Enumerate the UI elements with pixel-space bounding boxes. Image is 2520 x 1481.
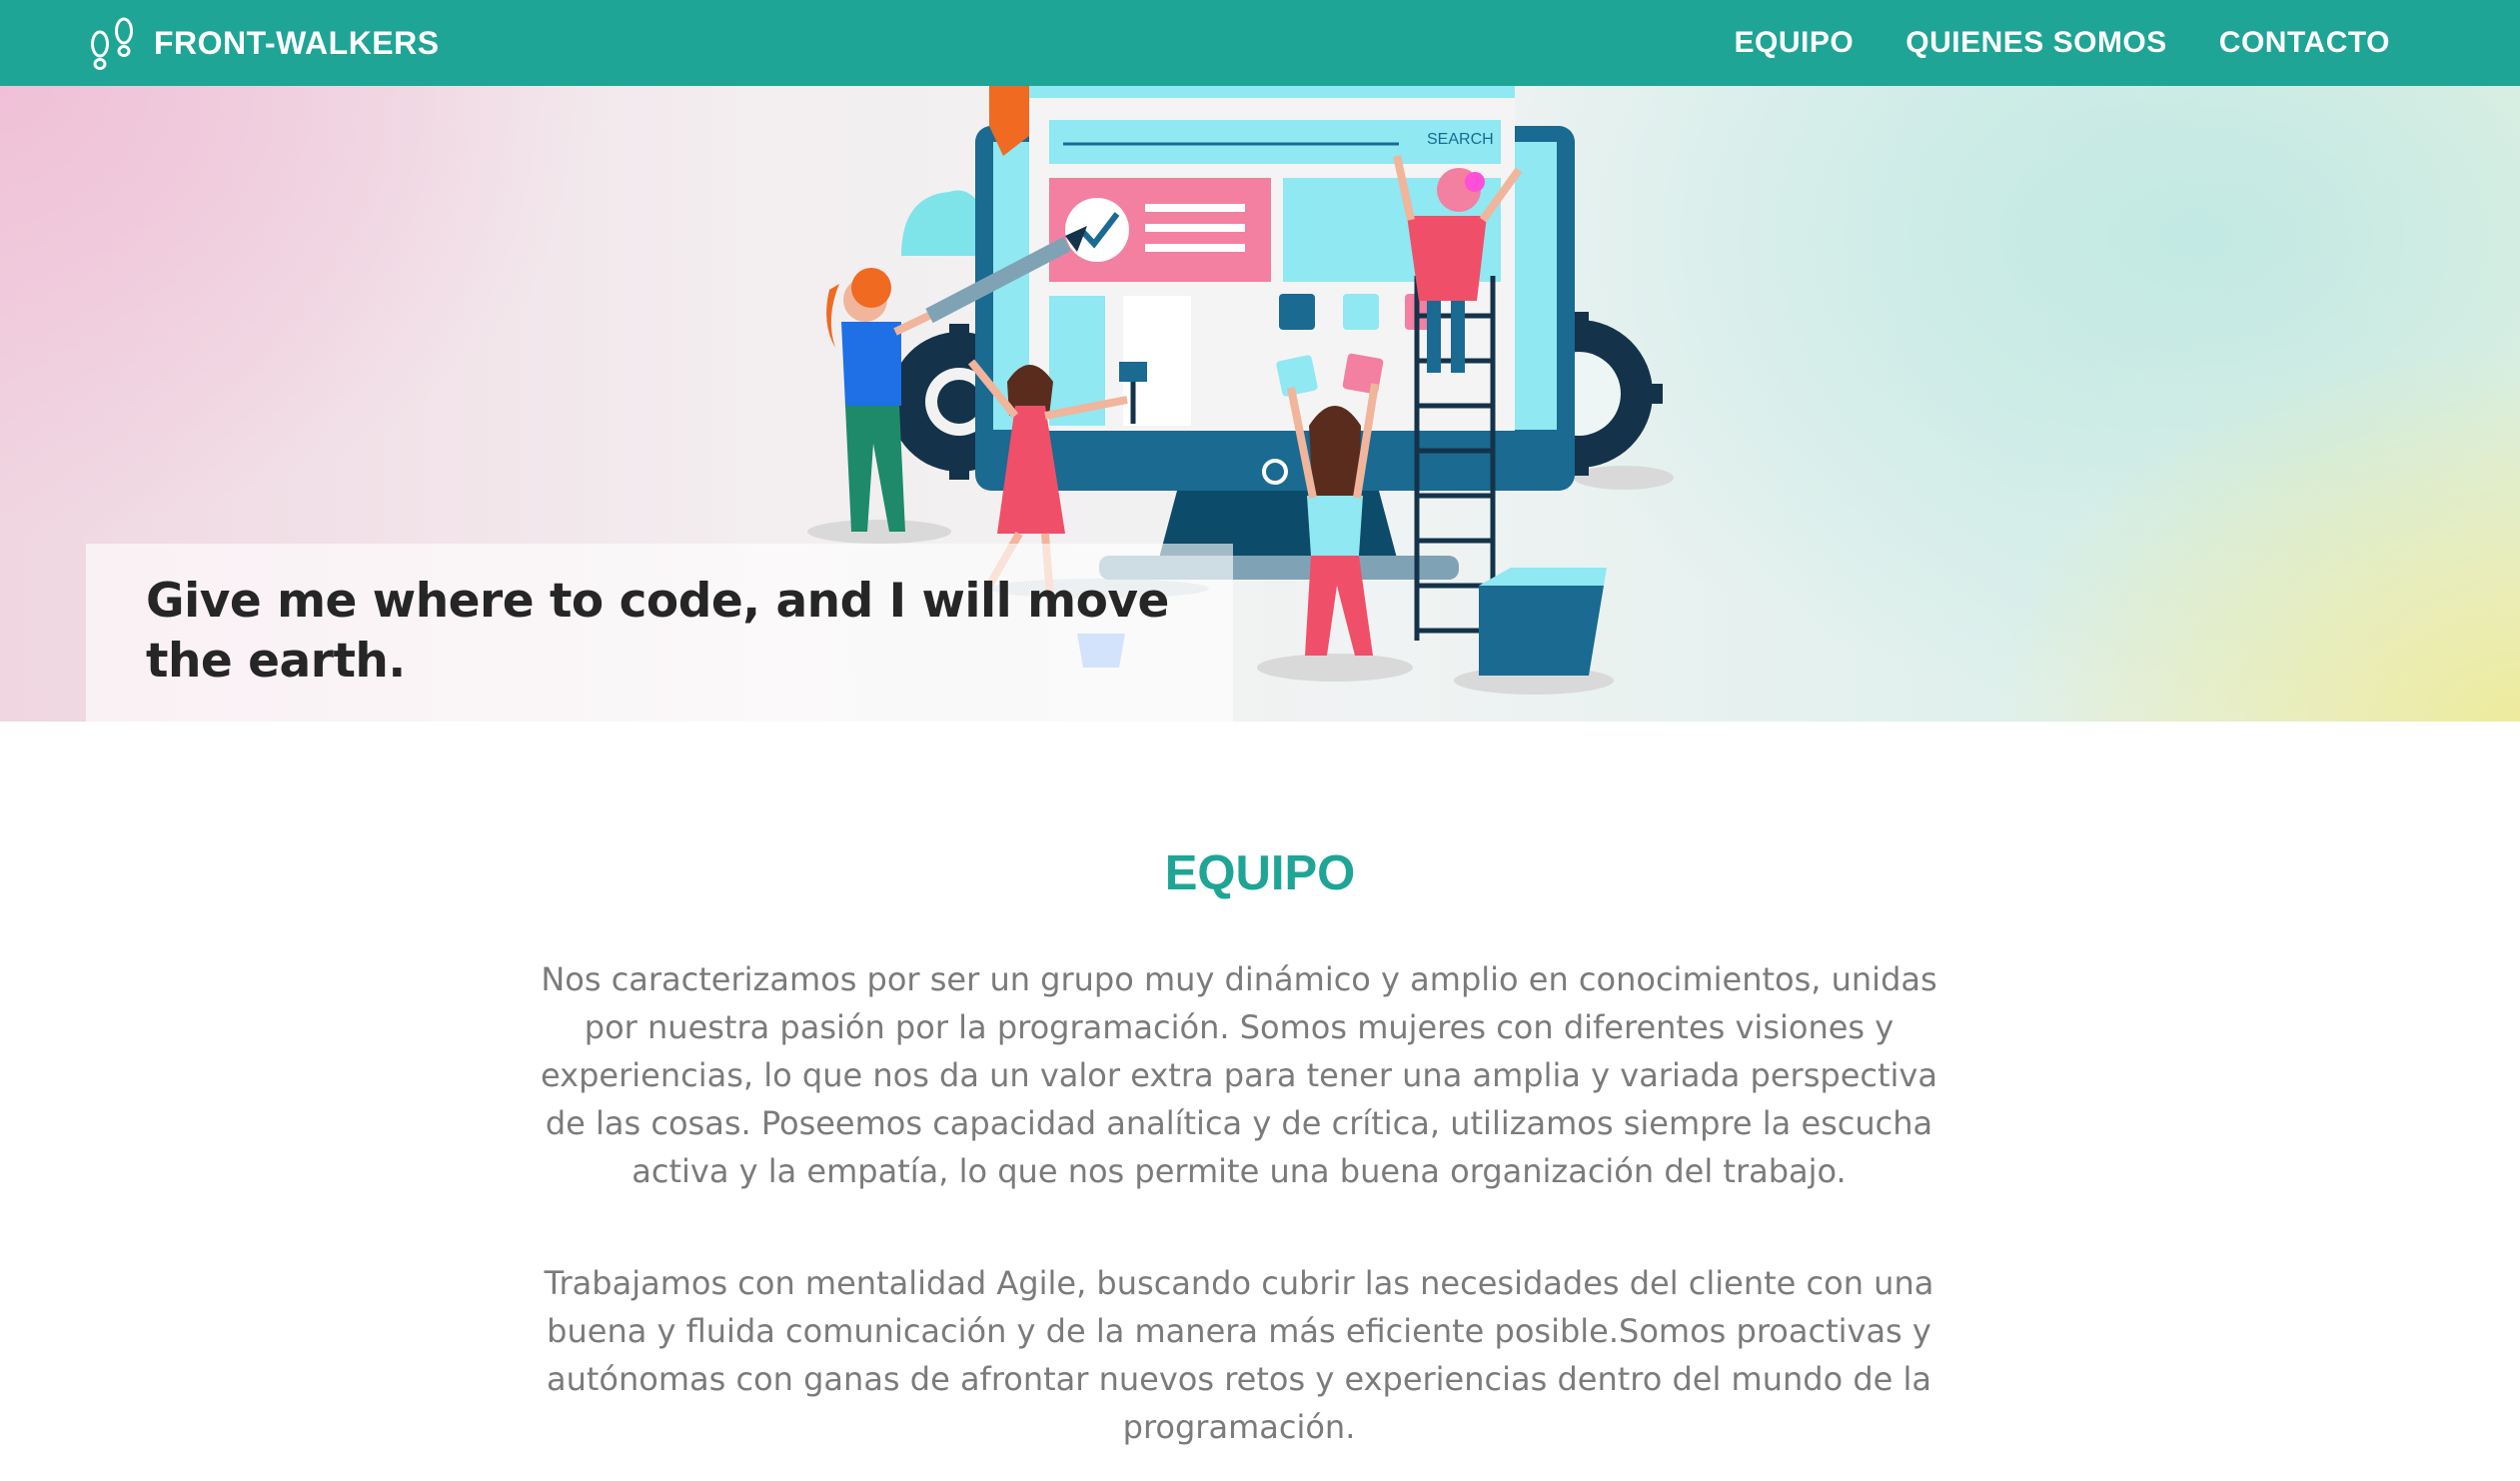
section-title-equipo: EQUIPO xyxy=(1164,846,1356,900)
footprints-icon xyxy=(91,17,133,70)
brand-logo-link[interactable]: FRONT-WALKERS xyxy=(84,14,440,72)
hero-tagline: Give me where to code, and I will move t… xyxy=(146,574,1169,689)
nav-link-quienes-somos[interactable]: QUIENES SOMOS xyxy=(1905,26,2167,60)
nav-link-equipo[interactable]: EQUIPO xyxy=(1735,26,1855,60)
hero-banner: SEARCH Give me where to code, and I will… xyxy=(0,86,2520,722)
nav-link-contacto[interactable]: CONTACTO xyxy=(2219,26,2390,60)
illustration-search-label: SEARCH xyxy=(1427,131,1494,148)
equipo-paragraph-2: Trabajamos con mentalidad Agile, buscand… xyxy=(544,1264,1934,1446)
main-nav: EQUIPO QUIENES SOMOS CONTACTO xyxy=(1683,0,2390,86)
equipo-paragraph-1: Nos caracterizamos por ser un grupo muy … xyxy=(541,960,1937,1190)
brand-name[interactable]: FRONT-WALKERS xyxy=(154,25,440,62)
tagline-box: Give me where to code, and I will move t… xyxy=(86,544,1233,722)
navbar: FRONT-WALKERS EQUIPO QUIENES SOMOS CONTA… xyxy=(0,0,2520,86)
